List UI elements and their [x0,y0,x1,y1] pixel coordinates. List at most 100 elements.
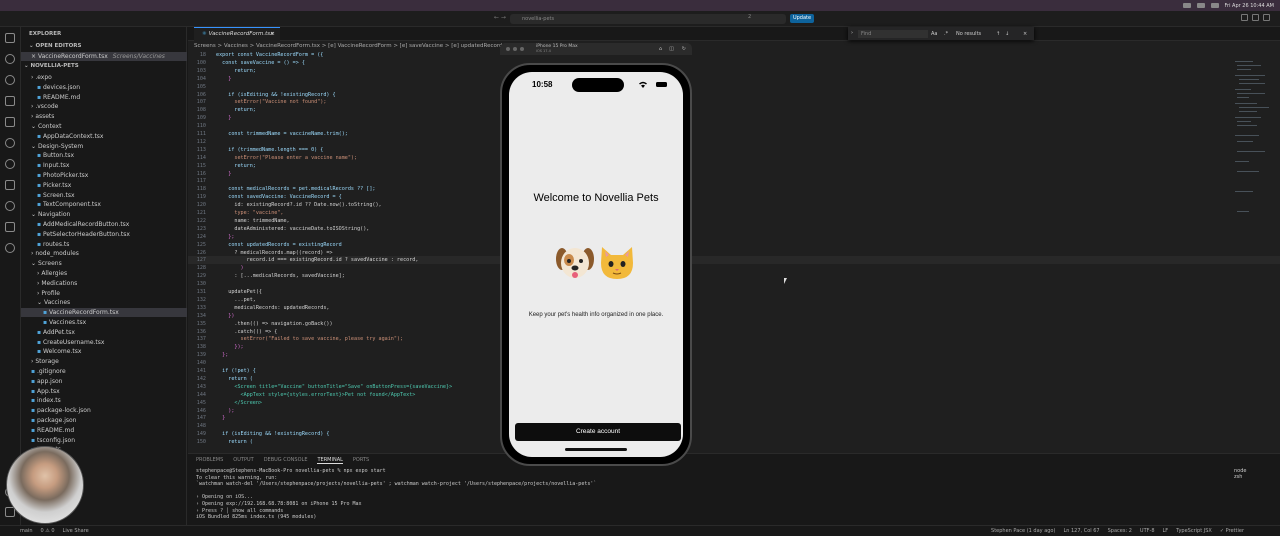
encoding[interactable]: UTF-8 [1140,528,1155,534]
code-line[interactable]: 129 : [...medicalRecords, savedVaccine]; [188,272,1280,280]
tree-file[interactable]: ▪ Button.tsx [21,151,187,160]
tree-folder[interactable]: ⌄ Design-System [21,142,187,151]
menubar-status-icon[interactable] [1210,3,1219,8]
tree-folder[interactable]: › Allergies [21,269,187,278]
code-line[interactable]: 115 return; [188,162,1280,170]
code-line[interactable]: 119 const savedVaccine: VaccineRecord = … [188,193,1280,201]
tree-folder[interactable]: › Profile [21,289,187,298]
code-line[interactable]: 131 updatePet({ [188,288,1280,296]
code-line[interactable]: 148 [188,422,1280,430]
problems-indicator[interactable]: 0 ⚠ 0 [41,528,55,534]
tree-file[interactable]: ▪ tsconfig.json [21,436,187,445]
code-line[interactable]: 117 [188,177,1280,185]
code-line[interactable]: 116 } [188,170,1280,178]
code-line[interactable]: 137 setError("Failed to save vaccine, pl… [188,335,1280,343]
live-share-icon[interactable] [5,180,15,190]
tree-file[interactable]: ▪ package-lock.json [21,406,187,415]
cursor-position[interactable]: Ln 127, Col 67 [1063,528,1099,534]
project-root-header[interactable]: ⌄ NOVELLIA-PETS [21,62,187,71]
tree-file[interactable]: ▪ README.md [21,426,187,435]
code-line[interactable]: 121 type: "vaccine", [188,209,1280,217]
code-line[interactable]: 111 const trimmedName = vaccineName.trim… [188,130,1280,138]
code-line[interactable]: 145 </Screen> [188,399,1280,407]
tree-folder[interactable]: ⌄ Navigation [21,210,187,219]
editor-tab[interactable]: ⚛ VaccineRecordForm.tsx × [194,27,280,41]
tree-folder[interactable]: ⌄ Screens [21,259,187,268]
tree-file[interactable]: ▪ Screen.tsx [21,191,187,200]
live-share-button[interactable]: Live Share [63,528,89,534]
tree-file[interactable]: ▪ README.md [21,93,187,102]
code-line[interactable]: 100 const saveVaccine = () => { [188,59,1280,67]
home-icon[interactable]: ⌂ [659,46,662,52]
tree-file[interactable]: ▪ Picker.tsx [21,181,187,190]
code-line[interactable]: 103 return; [188,67,1280,75]
code-line[interactable]: 134 }) [188,312,1280,320]
tree-file[interactable]: ▪ app.json [21,377,187,386]
code-line[interactable]: 135 .then(() => navigation.goBack()) [188,320,1280,328]
git-blame[interactable]: Stephen Pace (1 day ago) [991,528,1055,534]
tree-file[interactable]: ▪ CreateUsername.tsx [21,338,187,347]
code-line[interactable]: 125 const updatedRecords = existingRecor… [188,241,1280,249]
zoom-window-icon[interactable] [520,47,524,51]
code-line[interactable]: 127 record.id === existingRecord.id ? sa… [188,256,1280,265]
indentation[interactable]: Spaces: 2 [1108,528,1132,534]
open-editor-item[interactable]: × VaccineRecordForm.tsx Screens/Vaccines [21,52,187,61]
close-window-icon[interactable] [506,47,510,51]
minimap[interactable] [1233,51,1273,221]
chevron-right-icon[interactable]: › [851,30,853,36]
find-input[interactable]: Find [858,30,928,38]
arrow-down-icon[interactable]: ↓ [1005,30,1009,38]
nav-arrows-icon[interactable]: ← → [494,14,506,21]
code-line[interactable]: 106 if (isEditing && !existingRecord) { [188,91,1280,99]
tree-folder[interactable]: › assets [21,112,187,121]
tree-folder[interactable]: › .expo [21,73,187,82]
regex-icon[interactable]: .* [944,30,948,38]
tree-file[interactable]: ▪ PhotoPicker.tsx [21,171,187,180]
code-line[interactable]: 138 }); [188,343,1280,351]
code-line[interactable]: 109 } [188,114,1280,122]
code-line[interactable]: 122 name: trimmedName, [188,217,1280,225]
code-line[interactable]: 104 } [188,75,1280,83]
code-line[interactable]: 105 [188,83,1280,91]
panel-tab[interactable]: DEBUG CONSOLE [264,457,308,464]
menubar-status-icon[interactable] [1182,3,1191,8]
menubar-clock[interactable]: Fri Apr 26 10:44 AM [1225,3,1274,9]
toggle-secondary-sidebar-icon[interactable] [1263,14,1270,21]
panel-tab[interactable]: PORTS [353,457,369,464]
tree-file[interactable]: ▪ VaccineRecordForm.tsx [21,308,187,318]
tree-file[interactable]: ▪ App.tsx [21,387,187,396]
code-line[interactable]: 108 return; [188,106,1280,114]
formatter[interactable]: ✓ Prettier [1220,528,1244,534]
close-icon[interactable]: × [31,53,38,60]
expo-icon[interactable] [5,243,15,253]
create-account-button[interactable]: Create account [515,423,681,441]
tree-file[interactable]: ▪ index.ts [21,396,187,405]
code-line[interactable]: 149 if (isEditing && !existingRecord) { [188,430,1280,438]
explorer-icon[interactable] [5,33,15,43]
run-debug-icon[interactable] [5,96,15,106]
rotate-icon[interactable]: ↻ [682,46,686,52]
testing-icon[interactable] [5,159,15,169]
tree-folder[interactable]: ⌄ Vaccines [21,298,187,307]
code-line[interactable]: 113 if (trimmedName.length === 0) { [188,146,1280,154]
branch-indicator[interactable]: main [20,528,33,534]
code-line[interactable]: 112 [188,138,1280,146]
code-line[interactable]: 146 ); [188,407,1280,415]
panel-tab[interactable]: OUTPUT [233,457,253,464]
tree-file[interactable]: ▪ Input.tsx [21,161,187,170]
tree-folder[interactable]: › Storage [21,357,187,366]
git-graph-icon[interactable] [5,222,15,232]
update-button[interactable]: Update [790,14,814,23]
close-icon[interactable]: × [1023,30,1027,38]
code-line[interactable]: 142 return ( [188,375,1280,383]
toggle-sidebar-icon[interactable] [1241,14,1248,21]
code-line[interactable]: 118 const medicalRecords = pet.medicalRe… [188,185,1280,193]
source-control-icon[interactable] [5,75,15,85]
code-line[interactable]: 141 if (!pet) { [188,367,1280,375]
minimize-window-icon[interactable] [513,47,517,51]
code-line[interactable]: 147 } [188,414,1280,422]
tree-folder[interactable]: › node_modules [21,249,187,258]
arrow-up-icon[interactable]: ↑ [996,30,1000,38]
panel-tab[interactable]: TERMINAL [317,457,343,464]
line-ending[interactable]: LF [1163,528,1169,534]
